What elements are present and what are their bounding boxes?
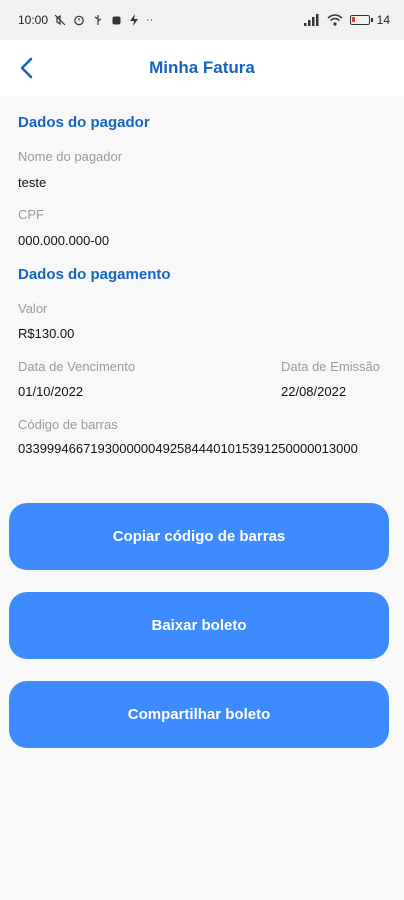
alarm-icon bbox=[74, 15, 84, 26]
barcode-label: Código de barras bbox=[18, 417, 118, 432]
due-date-value: 01/10/2022 bbox=[18, 384, 84, 399]
payer-section-title: Dados do pagador bbox=[18, 114, 150, 131]
battery-icon bbox=[349, 15, 373, 25]
amount-label: Valor bbox=[18, 301, 48, 316]
page-title: Minha Fatura bbox=[149, 58, 255, 77]
cpf-label: CPF bbox=[18, 207, 44, 222]
status-right: 14 bbox=[303, 13, 390, 27]
share-boleto-button[interactable]: Compartilhar boleto bbox=[9, 681, 389, 748]
status-notification-icons: ·· bbox=[54, 14, 153, 26]
bolt-icon bbox=[130, 14, 139, 26]
usb-icon bbox=[94, 15, 102, 25]
cpf-value: 000.000.000-00 bbox=[18, 233, 110, 248]
issue-date-label: Data de Emissão bbox=[281, 359, 380, 374]
battery-level: 14 bbox=[376, 13, 390, 27]
signal-icon bbox=[303, 14, 319, 26]
back-button[interactable] bbox=[8, 50, 44, 86]
due-date-label: Data de Vencimento bbox=[18, 359, 136, 374]
app-notification-icon bbox=[112, 16, 121, 24]
copy-barcode-button[interactable]: Copiar código de barras bbox=[9, 503, 389, 570]
payment-section-title: Dados do pagamento bbox=[18, 266, 171, 283]
more-notifications-icon: ·· bbox=[146, 14, 154, 26]
app-header: Minha Fatura bbox=[0, 40, 404, 96]
status-time: 10:00 bbox=[18, 13, 49, 27]
wifi-icon bbox=[327, 14, 343, 26]
payer-name-label: Nome do pagador bbox=[18, 149, 123, 164]
barcode-value: 0339994667193000000492584440101539125000… bbox=[18, 441, 358, 456]
download-boleto-button[interactable]: Baixar boleto bbox=[9, 592, 389, 659]
amount-value: R$130.00 bbox=[18, 326, 75, 341]
issue-date-value: 22/08/2022 bbox=[281, 384, 347, 399]
chevron-left-icon bbox=[20, 57, 33, 79]
status-bar: 10:00 ·· 14 bbox=[0, 0, 404, 40]
payer-name-value: teste bbox=[18, 175, 47, 190]
mute-icon bbox=[54, 14, 66, 26]
